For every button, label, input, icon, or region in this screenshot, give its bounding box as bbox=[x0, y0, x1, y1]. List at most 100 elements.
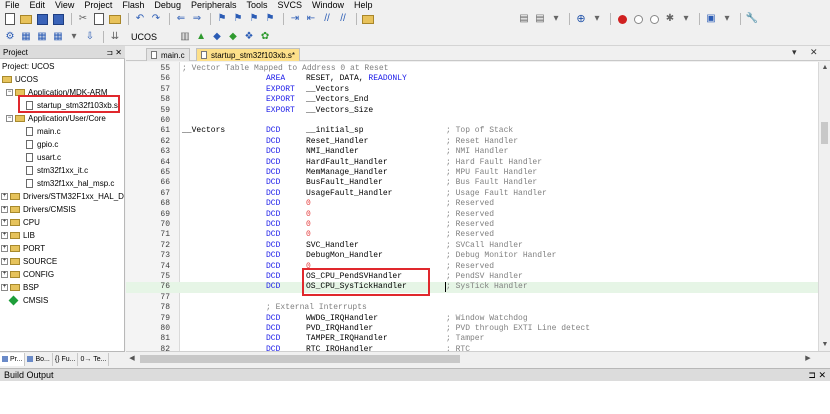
expand-icon[interactable]: + bbox=[1, 206, 8, 213]
menu-project[interactable]: Project bbox=[79, 0, 117, 10]
code-line[interactable]: 79 DCD WWDG_IRQHandler ; Window Watchdog bbox=[126, 314, 818, 324]
enable-breakpoint-icon[interactable] bbox=[631, 12, 645, 26]
scroll-left-icon[interactable]: ◀ bbox=[126, 353, 138, 365]
redo-icon[interactable]: ↷ bbox=[149, 12, 163, 26]
tree-group-config[interactable]: + CONFIG bbox=[1, 268, 54, 281]
pin-icon[interactable]: ⊐ ✕ bbox=[808, 370, 826, 381]
tab-project[interactable]: Pr... bbox=[0, 352, 26, 366]
code-line[interactable]: 55 ; Vector Table Mapped to Address 0 at … bbox=[126, 64, 818, 74]
open-folder-icon[interactable] bbox=[19, 12, 33, 26]
save-all-icon[interactable] bbox=[51, 12, 65, 26]
prev-bookmark-icon[interactable]: ⚑ bbox=[231, 12, 245, 26]
tree-file-main[interactable]: main.c bbox=[26, 125, 61, 138]
code-line[interactable]: 80 DCD PVD_IRQHandler ; PVD through EXTI Li… bbox=[126, 324, 818, 334]
code-line[interactable]: 58 EXPORT __Vectors_End bbox=[126, 95, 818, 105]
tree-group-hal-driver[interactable]: + Drivers/STM32F1xx_HAL_Driv bbox=[1, 190, 124, 203]
indent-icon[interactable]: ⇥ bbox=[288, 12, 302, 26]
code-editor[interactable]: 55 ; Vector Table Mapped to Address 0 at … bbox=[126, 62, 818, 351]
tab-functions[interactable]: {} Fu... bbox=[53, 352, 79, 366]
cut-icon[interactable]: ✂ bbox=[76, 12, 90, 26]
code-line[interactable]: 76 DCD OS_CPU_SysTickHandler; SysTick Hand… bbox=[126, 282, 818, 293]
debug-session-icon[interactable]: ⊕ bbox=[574, 12, 588, 26]
breakpoints-dropdown-icon[interactable]: ▾ bbox=[679, 12, 693, 26]
menu-edit[interactable]: Edit bbox=[25, 0, 51, 10]
expand-icon[interactable]: + bbox=[1, 232, 8, 239]
rebuild-icon[interactable]: ▦ bbox=[35, 30, 49, 44]
scroll-thumb[interactable] bbox=[140, 355, 460, 363]
code-line[interactable]: 70 DCD 0 ; Reserved bbox=[126, 220, 818, 230]
scroll-down-icon[interactable]: ▼ bbox=[819, 339, 830, 351]
target-select[interactable]: UCOS bbox=[128, 30, 160, 44]
paste-icon[interactable] bbox=[108, 12, 122, 26]
menu-file[interactable]: File bbox=[0, 0, 25, 10]
layout-dropdown-icon[interactable]: ▾ bbox=[720, 12, 734, 26]
expand-icon[interactable]: + bbox=[1, 219, 8, 226]
code-line[interactable]: 77 bbox=[126, 293, 818, 303]
bookmark-icon[interactable]: ⚑ bbox=[215, 12, 229, 26]
collapse-icon[interactable]: − bbox=[6, 89, 13, 96]
menu-view[interactable]: View bbox=[50, 0, 79, 10]
menu-window[interactable]: Window bbox=[307, 0, 349, 10]
tree-group-source[interactable]: + SOURCE bbox=[1, 255, 57, 268]
expand-icon[interactable]: + bbox=[1, 245, 8, 252]
incremental-find-icon[interactable]: ▤ bbox=[533, 12, 547, 26]
code-line[interactable]: 72 DCD SVC_Handler ; SVCall Handler bbox=[126, 241, 818, 251]
horizontal-scrollbar[interactable]: ◀ ▶ bbox=[126, 351, 830, 366]
comment-icon[interactable]: // bbox=[320, 12, 334, 26]
tree-file-hal-msp[interactable]: stm32f1xx_hal_msp.c bbox=[26, 177, 114, 190]
code-line[interactable]: 56 AREA RESET, DATA, READONLY bbox=[126, 74, 818, 84]
expand-icon[interactable]: + bbox=[1, 193, 8, 200]
navigate-forward-icon[interactable]: ⇒ bbox=[190, 12, 204, 26]
code-line[interactable]: 68 DCD 0 ; Reserved bbox=[126, 199, 818, 209]
window-layout-icon[interactable]: ▣ bbox=[704, 12, 718, 26]
disable-breakpoints-icon[interactable] bbox=[647, 12, 661, 26]
menu-help[interactable]: Help bbox=[349, 0, 378, 10]
build-output-pane[interactable] bbox=[0, 381, 830, 414]
menu-flash[interactable]: Flash bbox=[117, 0, 149, 10]
manage-project-items-icon[interactable]: ▲ bbox=[194, 30, 208, 44]
code-line[interactable]: 69 DCD 0 ; Reserved bbox=[126, 210, 818, 220]
tab-list-icon[interactable]: ▾ bbox=[792, 47, 797, 58]
tree-group-application-user-core[interactable]: − Application/User/Core bbox=[6, 112, 106, 125]
menu-debug[interactable]: Debug bbox=[149, 0, 186, 10]
select-packs-icon[interactable]: ❖ bbox=[242, 30, 256, 44]
menu-peripherals[interactable]: Peripherals bbox=[186, 0, 242, 10]
code-line[interactable]: 61 __Vectors DCD __initial_sp ; Top of Stack bbox=[126, 126, 818, 136]
code-line[interactable]: 74 DCD 0; Reserved bbox=[126, 262, 818, 272]
copy-icon[interactable] bbox=[92, 12, 106, 26]
tab-startup-s[interactable]: startup_stm32f103xb.s* bbox=[196, 48, 301, 61]
undo-icon[interactable]: ↶ bbox=[133, 12, 147, 26]
load-icon[interactable]: ⇊ bbox=[108, 30, 122, 44]
tree-file-it[interactable]: stm32f1xx_it.c bbox=[26, 164, 88, 177]
insert-breakpoint-icon[interactable] bbox=[615, 12, 629, 26]
uncomment-icon[interactable]: // bbox=[336, 12, 350, 26]
download-icon[interactable]: ⇩ bbox=[83, 30, 97, 44]
tree-file-gpio[interactable]: gpio.c bbox=[26, 138, 58, 151]
build-dropdown-icon[interactable]: ▾ bbox=[67, 30, 81, 44]
scroll-up-icon[interactable]: ▲ bbox=[819, 62, 830, 74]
code-line[interactable]: 65 DCD MemManage_Handler ; MPU Fault Handle… bbox=[126, 168, 818, 178]
software-packs-icon[interactable]: ✿ bbox=[258, 30, 272, 44]
code-line[interactable]: 71 DCD 0 ; Reserved bbox=[126, 230, 818, 240]
find-in-files-icon[interactable] bbox=[361, 12, 375, 26]
pack-installer-icon[interactable]: ◆ bbox=[226, 30, 240, 44]
expand-icon[interactable]: + bbox=[1, 258, 8, 265]
code-line[interactable]: 81 DCD TAMPER_IRQHandler ; Tamper bbox=[126, 334, 818, 344]
expand-icon[interactable]: + bbox=[1, 284, 8, 291]
translate-icon[interactable]: ⚙ bbox=[3, 30, 17, 44]
batch-build-icon[interactable]: ▦ bbox=[51, 30, 65, 44]
find-icon[interactable]: ▤ bbox=[517, 12, 531, 26]
clear-bookmarks-icon[interactable]: ⚑ bbox=[263, 12, 277, 26]
collapse-icon[interactable]: − bbox=[6, 115, 13, 122]
scroll-thumb[interactable] bbox=[821, 122, 828, 144]
code-line[interactable]: 66 DCD BusFault_Handler ; Bus Fault Handler bbox=[126, 178, 818, 188]
menu-svcs[interactable]: SVCS bbox=[273, 0, 308, 10]
code-line[interactable]: 62 DCD Reset_Handler ; Reset Handler bbox=[126, 137, 818, 147]
new-file-icon[interactable] bbox=[3, 12, 17, 26]
configure-icon[interactable]: 🔧 bbox=[745, 12, 759, 26]
expand-icon[interactable]: + bbox=[1, 271, 8, 278]
tree-group-bsp[interactable]: + BSP bbox=[1, 281, 39, 294]
close-icon[interactable]: ✕ bbox=[810, 47, 818, 58]
scroll-right-icon[interactable]: ▶ bbox=[802, 353, 814, 365]
tree-file-usart[interactable]: usart.c bbox=[26, 151, 61, 164]
